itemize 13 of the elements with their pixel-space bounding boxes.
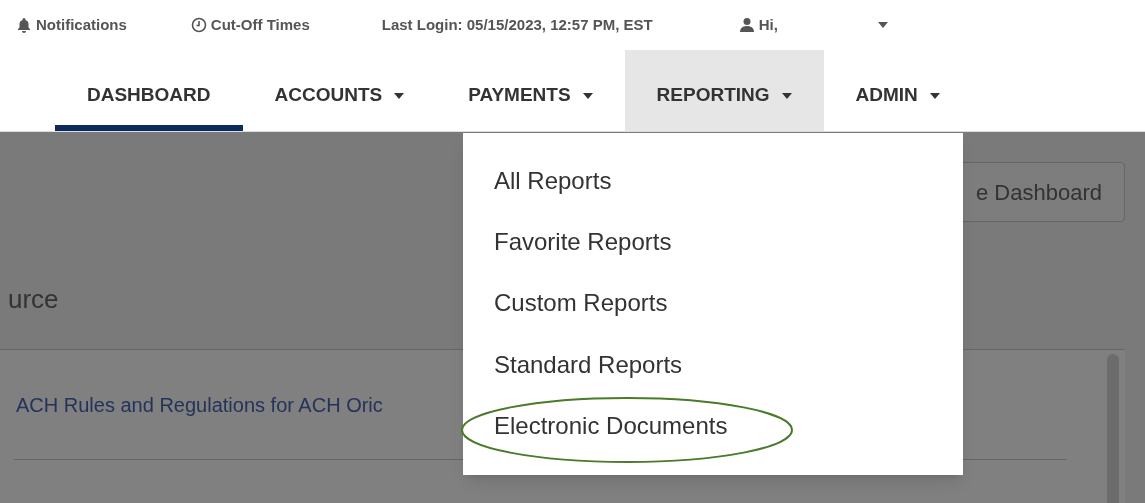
top-bar-link[interactable]: Cut-Off Times <box>210 13 310 37</box>
menu-item[interactable]: All Reports <box>494 169 612 193</box>
card-title: urce <box>7 283 59 316</box>
menu-item[interactable]: Standard Reports <box>494 352 683 377</box>
user-icon <box>738 17 755 33</box>
clock-icon <box>190 17 207 33</box>
menu-item[interactable]: Custom Reports <box>494 291 668 316</box>
nav-tab[interactable]: REPORTING <box>624 50 824 131</box>
top-bar-link[interactable]: Notifications <box>36 13 127 37</box>
menu-item[interactable]: Favorite Reports <box>494 230 672 255</box>
top-bar-link[interactable]: Hi, <box>758 13 778 37</box>
bell-icon <box>16 17 32 33</box>
caret-icon[interactable] <box>877 22 888 28</box>
